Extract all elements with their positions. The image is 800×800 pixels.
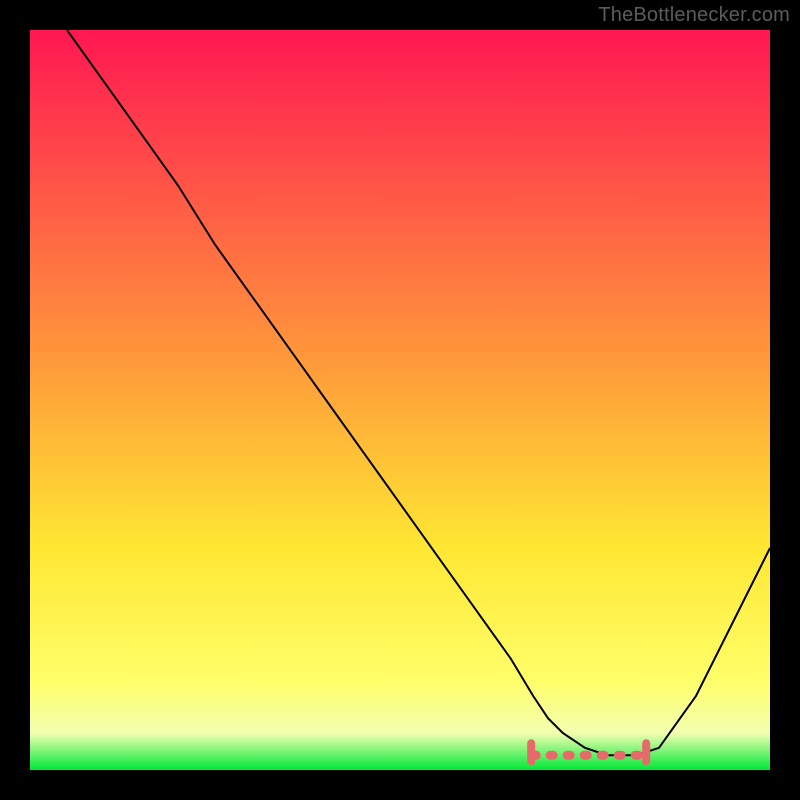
- chart-frame: [30, 30, 770, 770]
- gradient-background: [30, 30, 770, 770]
- attribution-text: TheBottlenecker.com: [598, 4, 790, 27]
- bottleneck-chart: [30, 30, 770, 770]
